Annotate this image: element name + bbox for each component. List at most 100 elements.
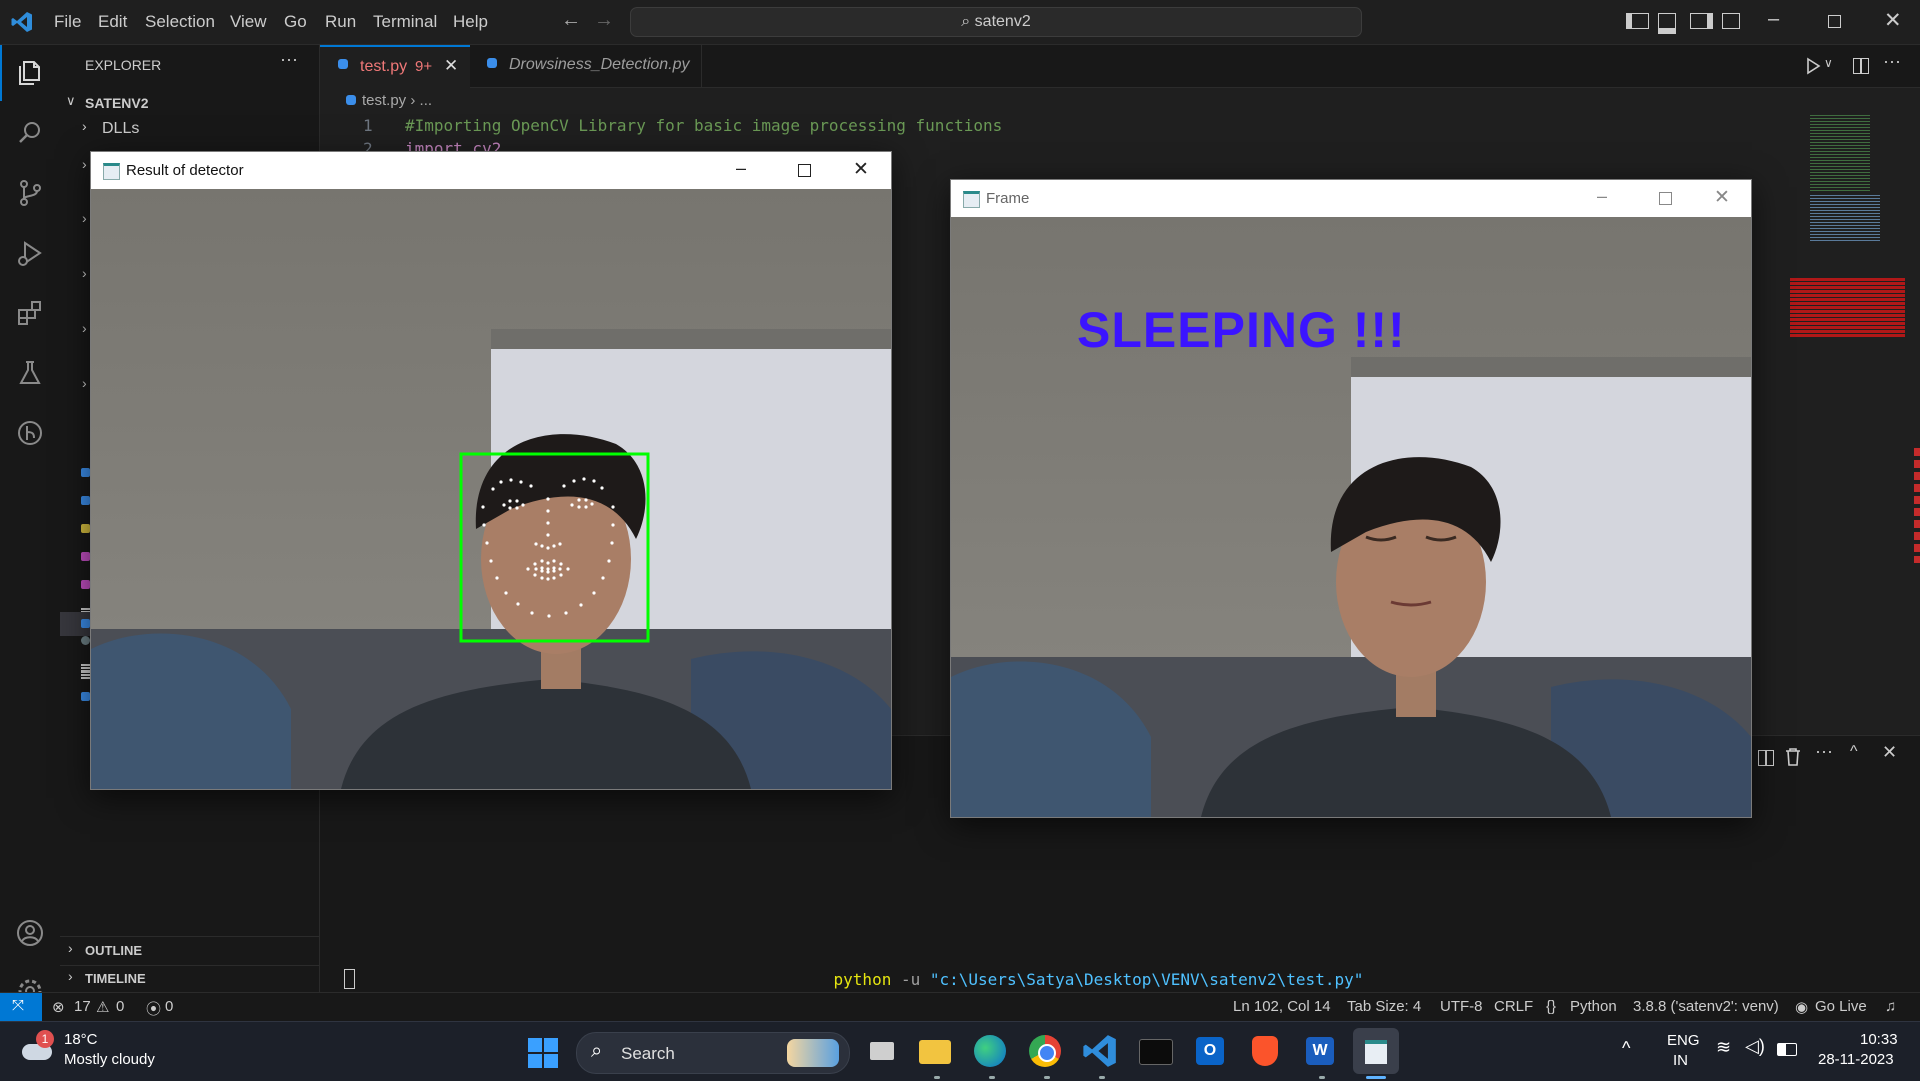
battery-icon[interactable] [1777,1043,1797,1056]
forward-arrow-icon[interactable]: → [594,9,614,32]
tab-test-py[interactable]: test.py 9+ ✕ [320,45,470,89]
encoding[interactable]: UTF-8 [1440,998,1483,1015]
close-panel-icon[interactable]: ✕ [1882,742,1897,763]
more-actions-icon[interactable]: ··· [1815,741,1833,762]
breadcrumb-file[interactable]: test.py [362,92,406,109]
more-actions-icon[interactable]: ··· [280,49,298,70]
menu-run[interactable]: Run [325,12,356,32]
edge-icon[interactable] [971,1032,1009,1070]
go-live[interactable]: Go Live [1815,998,1867,1015]
restore-icon[interactable] [1828,15,1841,28]
detector-window[interactable]: Result of detector – ✕ [90,151,892,790]
tree-item-dlls[interactable]: › DLLs [60,117,319,139]
tab-size[interactable]: Tab Size: 4 [1347,998,1421,1015]
detector-window-title: Result of detector [126,162,244,179]
breadcrumb-symbol[interactable]: ... [420,92,433,109]
weather-temp[interactable]: 18°C [64,1031,98,1048]
account-icon[interactable] [0,905,60,961]
word-icon[interactable]: W [1301,1032,1339,1070]
command-center[interactable]: ⌕ satenv2 [630,7,1362,37]
menu-go[interactable]: Go [284,12,307,32]
windows-start-icon[interactable] [528,1038,558,1068]
menu-selection[interactable]: Selection [145,12,215,32]
minimize-icon[interactable]: – [1768,8,1779,31]
close-icon[interactable]: ✕ [1714,186,1738,210]
running-indicator [989,1076,995,1079]
divider [60,936,319,937]
error-count[interactable]: 17 [74,998,91,1015]
minimize-icon[interactable]: – [1597,186,1621,210]
clock-time[interactable]: 10:33 [1860,1031,1898,1048]
close-tab-icon[interactable]: ✕ [444,56,458,76]
terminal-app-icon[interactable] [1136,1032,1174,1070]
broadcast-icon: ◉ [1795,999,1809,1016]
weather-desc[interactable]: Mostly cloudy [64,1051,155,1068]
run-file-icon[interactable] [1804,57,1822,75]
trash-icon[interactable] [1784,747,1802,767]
explorer-root[interactable]: ∨ SATENV2 [60,92,319,114]
input-region[interactable]: IN [1673,1052,1688,1069]
detector-window-titlebar[interactable]: Result of detector – ✕ [91,152,891,189]
close-icon[interactable]: ✕ [853,158,877,182]
menu-edit[interactable]: Edit [98,12,127,32]
opencv-window-icon[interactable] [1353,1028,1399,1074]
task-view-icon[interactable] [862,1032,900,1070]
toggle-secondary-sidebar-icon[interactable] [1690,13,1713,29]
outlook-icon[interactable]: O [1191,1032,1229,1070]
split-terminal-icon[interactable] [1758,750,1774,766]
tab-label: Drowsiness_Detection.py [509,56,690,73]
customize-layout-icon[interactable] [1722,13,1740,29]
warning-count[interactable]: 0 [116,998,124,1015]
weather-icon[interactable]: 1 [18,1030,58,1062]
line-number: 1 [363,116,373,135]
chrome-icon[interactable] [1026,1032,1064,1070]
maximize-icon[interactable] [1659,192,1672,205]
close-icon[interactable]: ✕ [1884,8,1902,33]
timeline-section[interactable]: › TIMELINE [60,967,319,989]
toggle-panel-icon[interactable] [1658,13,1676,34]
cursor-position[interactable]: Ln 102, Col 14 [1233,998,1331,1015]
outline-section[interactable]: › OUTLINE [60,939,319,961]
extensions-icon[interactable] [0,285,60,341]
maximize-icon[interactable] [798,164,811,177]
toggle-primary-sidebar-icon[interactable] [1626,13,1649,29]
vscode-taskbar-icon[interactable] [1081,1032,1119,1070]
more-actions-icon[interactable]: ··· [1883,51,1901,72]
input-language[interactable]: ENG [1667,1032,1700,1049]
clock-date[interactable]: 28-11-2023 [1818,1051,1894,1068]
file-explorer-icon[interactable] [916,1032,954,1070]
menu-help[interactable]: Help [453,12,488,32]
volume-icon[interactable]: ◁) [1745,1036,1765,1057]
source-control-icon[interactable] [0,165,60,221]
python-interpreter[interactable]: 3.8.8 ('satenv2': venv) [1633,998,1779,1015]
maximize-panel-icon[interactable]: ^ [1850,743,1858,761]
frame-window-titlebar[interactable]: Frame – ✕ [951,180,1751,217]
brave-icon[interactable] [1246,1032,1284,1070]
testing-icon[interactable] [0,345,60,401]
notifications-bell-icon[interactable]: ♫ [1885,998,1896,1015]
line-ending[interactable]: CRLF [1494,998,1533,1015]
menu-file[interactable]: File [54,12,81,32]
minimize-icon[interactable]: – [736,158,760,182]
explorer-icon[interactable] [0,45,60,101]
run-debug-icon[interactable] [0,225,60,281]
error-icon: ⊗ [52,999,65,1016]
search-icon[interactable] [0,105,60,161]
minimap[interactable] [1790,113,1905,338]
taskbar-search[interactable]: ⌕ Search [576,1032,850,1074]
status-bar: ⤧ ⊗ 17 ⚠ 0 ⦿ 0 Ln 102, Col 14 Tab Size: … [0,992,1920,1021]
wifi-icon[interactable]: ≋ [1716,1037,1731,1058]
menu-view[interactable]: View [230,12,267,32]
show-hidden-icons-icon[interactable]: ^ [1622,1038,1630,1059]
split-editor-icon[interactable] [1853,58,1869,74]
terminal-cursor [344,969,355,989]
frame-window[interactable]: Frame – ✕ SLEEPING !!! [950,179,1752,818]
tab-drowsiness-detection[interactable]: Drowsiness_Detection.py [471,45,702,87]
git-graph-icon[interactable] [0,405,60,461]
menu-terminal[interactable]: Terminal [373,12,437,32]
chevron-down-icon[interactable]: ∨ [1824,56,1833,70]
ports-count[interactable]: 0 [165,998,173,1015]
remote-indicator[interactable]: ⤧ [0,993,42,1021]
back-arrow-icon[interactable]: ← [561,9,581,32]
language-mode[interactable]: Python [1570,998,1617,1015]
